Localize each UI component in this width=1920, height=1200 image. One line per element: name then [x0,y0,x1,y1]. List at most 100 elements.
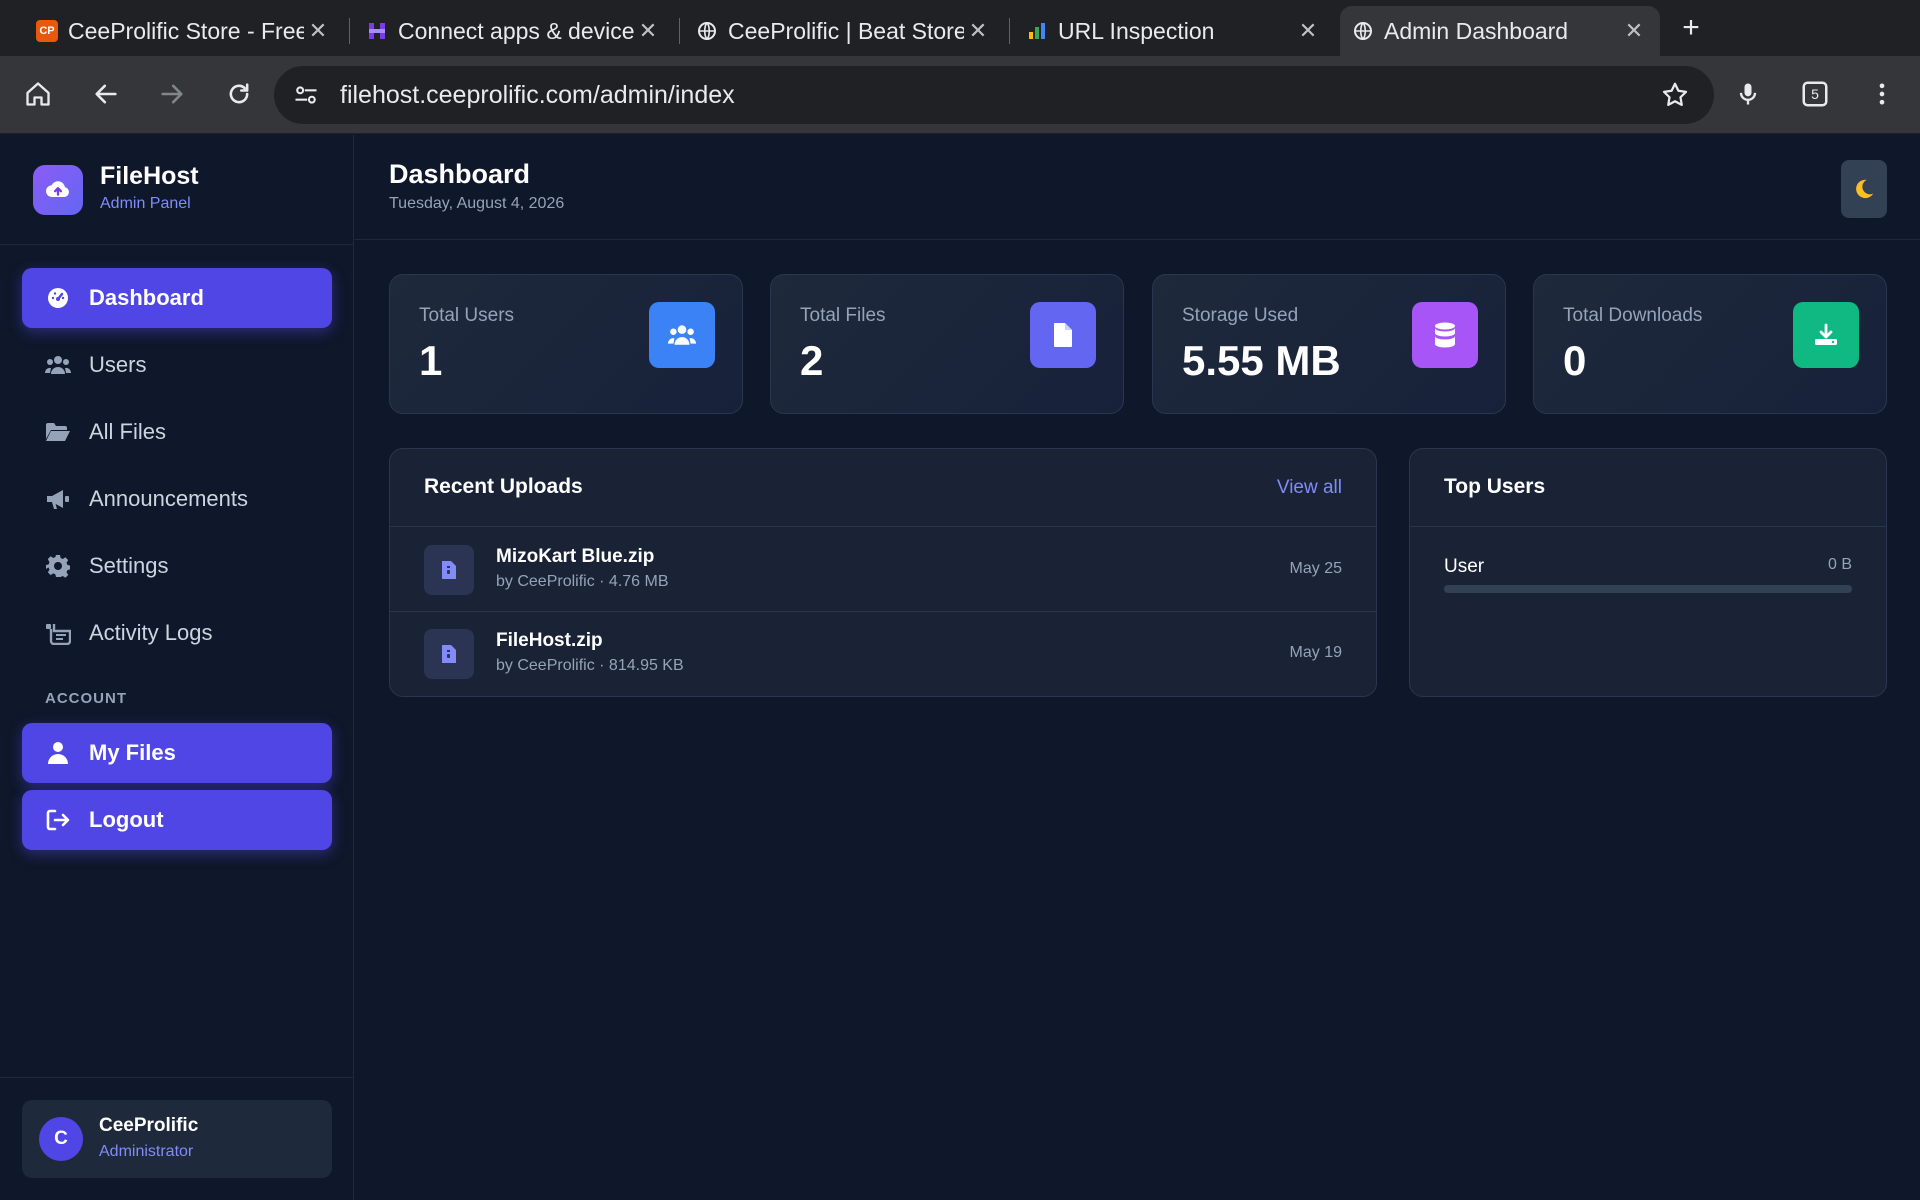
list-item[interactable]: FileHost.zip by CeeProlific · 814.95 KB … [390,612,1376,696]
view-all-link[interactable]: View all [1277,477,1342,499]
sidebar: FileHost Admin Panel Dashboard Users All… [0,135,354,1200]
stat-card-storage-used: Storage Used 5.55 MB [1152,274,1506,414]
avatar: C [39,1117,83,1161]
theme-toggle-button[interactable] [1841,160,1887,218]
arrow-right-icon [161,84,183,104]
arrow-left-icon [95,84,117,104]
new-tab-button[interactable]: + [1676,10,1706,46]
file-zip-icon [424,545,474,595]
file-date: May 19 [1289,644,1342,661]
extensions-button[interactable]: 5 [1795,74,1835,114]
close-icon[interactable]: ✕ [634,18,662,44]
sidebar-item-label: Settings [89,553,169,578]
cloud-upload-icon [33,165,83,215]
stat-value: 0 [1563,337,1587,384]
sidebar-item-announcements[interactable]: Announcements [22,469,332,529]
stat-label: Total Files [800,305,886,326]
gear-icon [45,553,71,579]
user-icon [45,740,71,766]
extensions-count: 5 [1811,86,1819,102]
sidebar-item-settings[interactable]: Settings [22,536,332,596]
page-date: Tuesday, August 4, 2026 [389,195,565,212]
sidebar-item-label: Activity Logs [89,620,213,645]
stat-card-total-downloads: Total Downloads 0 [1533,274,1887,414]
stat-card-total-users: Total Users 1 [389,274,743,414]
tab-separator [349,18,350,44]
home-button[interactable] [18,74,58,114]
user-name: CeeProlific [99,1115,199,1136]
database-icon [1412,302,1478,368]
back-button[interactable] [86,74,126,114]
forward-button[interactable] [152,74,192,114]
sidebar-item-activity-logs[interactable]: Activity Logs [22,603,332,663]
users-icon [649,302,715,368]
sidebar-item-label: All Files [89,419,167,444]
sidebar-item-logout[interactable]: Logout [22,790,332,850]
cp-logo-icon: CP [36,20,58,42]
search-console-icon [1026,20,1048,42]
close-icon[interactable]: ✕ [1620,18,1648,44]
browser-menu-button[interactable] [1862,74,1902,114]
sidebar-item-label: My Files [89,740,176,765]
stat-value: 2 [800,337,824,384]
globe-icon [696,20,718,42]
file-name: FileHost.zip [496,630,603,651]
file-meta: by CeeProlific · 814.95 KB [496,657,684,674]
browser-tab[interactable]: URL Inspection ✕ [1014,6,1334,56]
browser-tab-strip: CP CeeProlific Store - Free S ✕ Connect … [0,0,1920,56]
dashboard-gauge-icon [45,285,71,311]
tab-separator [1009,18,1010,44]
address-bar[interactable]: filehost.ceeprolific.com/admin/index [274,66,1714,124]
sidebar-item-all-files[interactable]: All Files [22,402,332,462]
home-icon [26,82,50,106]
browser-tab[interactable]: CP CeeProlific Store - Free S ✕ [24,6,344,56]
stat-value: 5.55 MB [1182,337,1341,384]
list-item[interactable]: MizoKart Blue.zip by CeeProlific · 4.76 … [390,528,1376,612]
browser-tab[interactable]: CeeProlific | Beat Store, ✕ [684,6,1004,56]
users-icon [45,352,71,378]
close-icon[interactable]: ✕ [964,18,992,44]
url-text[interactable]: filehost.ceeprolific.com/admin/index [340,66,735,124]
top-user-usage-bar [1444,585,1852,593]
activity-log-icon [45,620,71,646]
sidebar-item-label: Users [89,352,147,377]
file-date: May 25 [1289,560,1342,577]
brand: FileHost Admin Panel [0,135,354,245]
close-icon[interactable]: ✕ [304,18,332,44]
tab-title: CeeProlific Store - Free S [68,17,304,44]
tab-separator [679,18,680,44]
file-zip-icon [424,629,474,679]
reload-button[interactable] [219,74,259,114]
top-user-name: User [1444,556,1485,577]
reload-icon [229,83,249,104]
h-logo-icon [366,20,388,42]
sidebar-footer: C CeeProlific Administrator [0,1077,354,1200]
folder-open-icon [45,419,71,445]
file-icon [1030,302,1096,368]
tab-title: CeeProlific | Beat Store, [728,17,964,44]
tab-title: Admin Dashboard [1384,17,1569,44]
user-role: Administrator [99,1143,194,1160]
browser-toolbar: filehost.ceeprolific.com/admin/index 5 [0,56,1920,134]
bookmark-star-icon[interactable] [1660,80,1690,115]
current-user-card[interactable]: C CeeProlific Administrator [22,1100,332,1178]
panel-header: Recent Uploads View all [390,449,1376,527]
microphone-icon [1739,83,1757,105]
close-icon[interactable]: ✕ [1294,18,1322,44]
stat-label: Storage Used [1182,305,1299,326]
sidebar-item-users[interactable]: Users [22,335,332,395]
brand-name: FileHost [100,162,199,190]
browser-tab[interactable]: Connect apps & devices ✕ [354,6,674,56]
globe-icon [1352,20,1374,42]
page-header: Dashboard Tuesday, August 4, 2026 [355,135,1920,240]
tab-title: Connect apps & devices [398,17,634,44]
sidebar-item-my-files[interactable]: My Files [22,723,332,783]
site-settings-icon[interactable] [292,81,320,114]
megaphone-icon [45,486,71,512]
moon-icon [1856,179,1874,199]
sidebar-item-dashboard[interactable]: Dashboard [22,268,332,328]
browser-tab-active[interactable]: Admin Dashboard ✕ [1340,6,1660,56]
recent-uploads-panel: Recent Uploads View all MizoKart Blue.zi… [389,448,1377,697]
sidebar-item-label: Logout [89,807,164,832]
voice-search-button[interactable] [1728,74,1768,114]
